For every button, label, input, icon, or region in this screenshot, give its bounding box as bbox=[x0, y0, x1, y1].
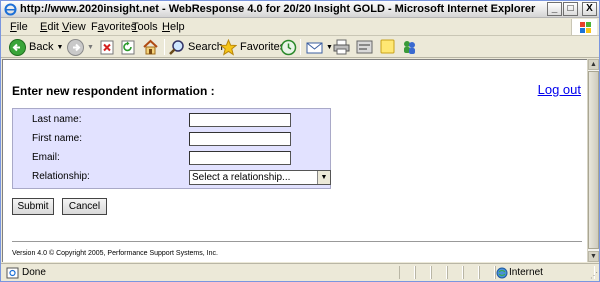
email-label: Email: bbox=[32, 152, 60, 163]
relationship-label: Relationship: bbox=[32, 171, 90, 182]
submit-button[interactable]: Submit bbox=[12, 198, 54, 215]
mail-icon bbox=[306, 42, 323, 53]
last-name-input[interactable] bbox=[189, 113, 291, 127]
edit-icon bbox=[356, 40, 373, 54]
menu-view[interactable]: View bbox=[62, 21, 86, 33]
title-bar[interactable]: http://www.2020insight.net - WebResponse… bbox=[1, 1, 599, 18]
scroll-up-icon[interactable]: ▲ bbox=[588, 59, 599, 70]
toolbar: Back ▼ ▼ Search Favorites ▼ bbox=[1, 36, 599, 58]
last-name-label: Last name: bbox=[32, 114, 82, 125]
back-label: Back bbox=[29, 41, 54, 53]
menu-file-accel: F bbox=[10, 21, 17, 33]
discuss-button[interactable] bbox=[379, 38, 396, 56]
maximize-button[interactable]: □ bbox=[563, 2, 578, 16]
scroll-thumb[interactable] bbox=[588, 71, 599, 249]
menu-file-rest: ile bbox=[16, 21, 28, 33]
internet-zone-icon bbox=[496, 267, 508, 279]
menu-tools-rest: ools bbox=[137, 21, 158, 33]
page-heading: Enter new respondent information : bbox=[12, 84, 215, 98]
status-panel bbox=[479, 266, 495, 279]
menu-bar: File Edit View Favorites Tools Help bbox=[1, 19, 599, 36]
footer-divider bbox=[12, 241, 582, 242]
menu-file[interactable]: File bbox=[10, 21, 28, 33]
browser-window: http://www.2020insight.net - WebResponse… bbox=[0, 0, 600, 282]
first-name-input[interactable] bbox=[189, 132, 291, 146]
forward-dropdown-icon[interactable]: ▼ bbox=[87, 44, 94, 51]
search-button[interactable]: Search bbox=[168, 38, 223, 56]
first-name-label: First name: bbox=[32, 133, 83, 144]
relationship-select-value: Select a relationship... bbox=[192, 172, 291, 183]
back-icon bbox=[9, 38, 26, 56]
close-button[interactable]: X bbox=[582, 2, 597, 16]
scroll-down-icon[interactable]: ▼ bbox=[588, 251, 599, 262]
print-icon bbox=[333, 39, 350, 55]
refresh-button[interactable] bbox=[121, 38, 135, 56]
resize-grip-icon[interactable]: ⋰ bbox=[590, 271, 598, 280]
status-panel bbox=[463, 266, 479, 279]
back-dropdown-icon[interactable]: ▼ bbox=[56, 44, 63, 51]
menu-help-rest: elp bbox=[169, 21, 185, 33]
edit-button[interactable] bbox=[356, 38, 373, 56]
menu-edit-rest: dit bbox=[47, 21, 59, 33]
chevron-down-icon[interactable]: ▼ bbox=[317, 171, 330, 184]
menu-favorites[interactable]: Favorites bbox=[91, 21, 136, 33]
messenger-button[interactable] bbox=[401, 38, 418, 56]
forward-icon bbox=[67, 38, 84, 56]
print-button[interactable] bbox=[333, 38, 350, 56]
status-text: Done bbox=[22, 267, 46, 278]
favorites-label: Favorites bbox=[240, 41, 286, 53]
minimize-button[interactable]: _ bbox=[547, 2, 562, 16]
stop-button[interactable] bbox=[100, 38, 114, 56]
status-panel bbox=[399, 266, 415, 279]
menu-edit[interactable]: Edit bbox=[40, 21, 59, 33]
zone-text: Internet bbox=[509, 267, 543, 278]
home-button[interactable] bbox=[142, 38, 159, 56]
menu-help[interactable]: Help bbox=[162, 21, 185, 33]
status-panel bbox=[431, 266, 447, 279]
stop-icon bbox=[100, 40, 114, 54]
vertical-scrollbar[interactable]: ▲ ▼ bbox=[587, 59, 599, 262]
status-panel bbox=[415, 266, 431, 279]
email-input[interactable] bbox=[189, 151, 291, 165]
favorites-button[interactable]: Favorites bbox=[220, 38, 285, 56]
relationship-select[interactable]: Select a relationship... ▼ bbox=[189, 170, 331, 185]
menu-view-rest: iew bbox=[69, 21, 86, 33]
home-icon bbox=[143, 39, 158, 55]
mail-dropdown-icon[interactable]: ▼ bbox=[326, 44, 333, 51]
discuss-icon bbox=[380, 39, 395, 54]
history-icon bbox=[280, 39, 297, 55]
toolbar-separator bbox=[300, 39, 301, 55]
respondent-form-panel: Last name: First name: Email: Relationsh… bbox=[12, 108, 331, 189]
cancel-button[interactable]: Cancel bbox=[62, 198, 107, 215]
back-button[interactable]: Back ▼ bbox=[9, 38, 63, 56]
status-panel bbox=[447, 266, 463, 279]
ie-logo-icon bbox=[4, 3, 17, 16]
mail-button[interactable]: ▼ bbox=[306, 38, 333, 56]
forward-button[interactable]: ▼ bbox=[67, 38, 94, 56]
status-bar: Done Internet ⋰ bbox=[1, 263, 599, 281]
menu-tools[interactable]: Tools bbox=[132, 21, 158, 33]
menu-help-accel: H bbox=[162, 21, 170, 33]
toolbar-separator bbox=[164, 39, 165, 55]
copyright-footer: Version 4.0 © Copyright 2005, Performanc… bbox=[12, 250, 218, 257]
page-done-icon bbox=[6, 267, 19, 279]
windows-logo-icon bbox=[571, 19, 597, 35]
window-title: http://www.2020insight.net - WebResponse… bbox=[20, 3, 536, 15]
search-label: Search bbox=[188, 41, 223, 53]
messenger-icon bbox=[404, 41, 415, 54]
page-content: Enter new respondent information : Log o… bbox=[2, 59, 587, 262]
logout-link[interactable]: Log out bbox=[538, 82, 581, 97]
favorites-icon bbox=[220, 38, 237, 56]
menu-favorites-prefix: F bbox=[91, 21, 98, 33]
search-icon bbox=[169, 39, 184, 55]
history-button[interactable] bbox=[280, 38, 297, 56]
refresh-icon bbox=[121, 40, 135, 54]
